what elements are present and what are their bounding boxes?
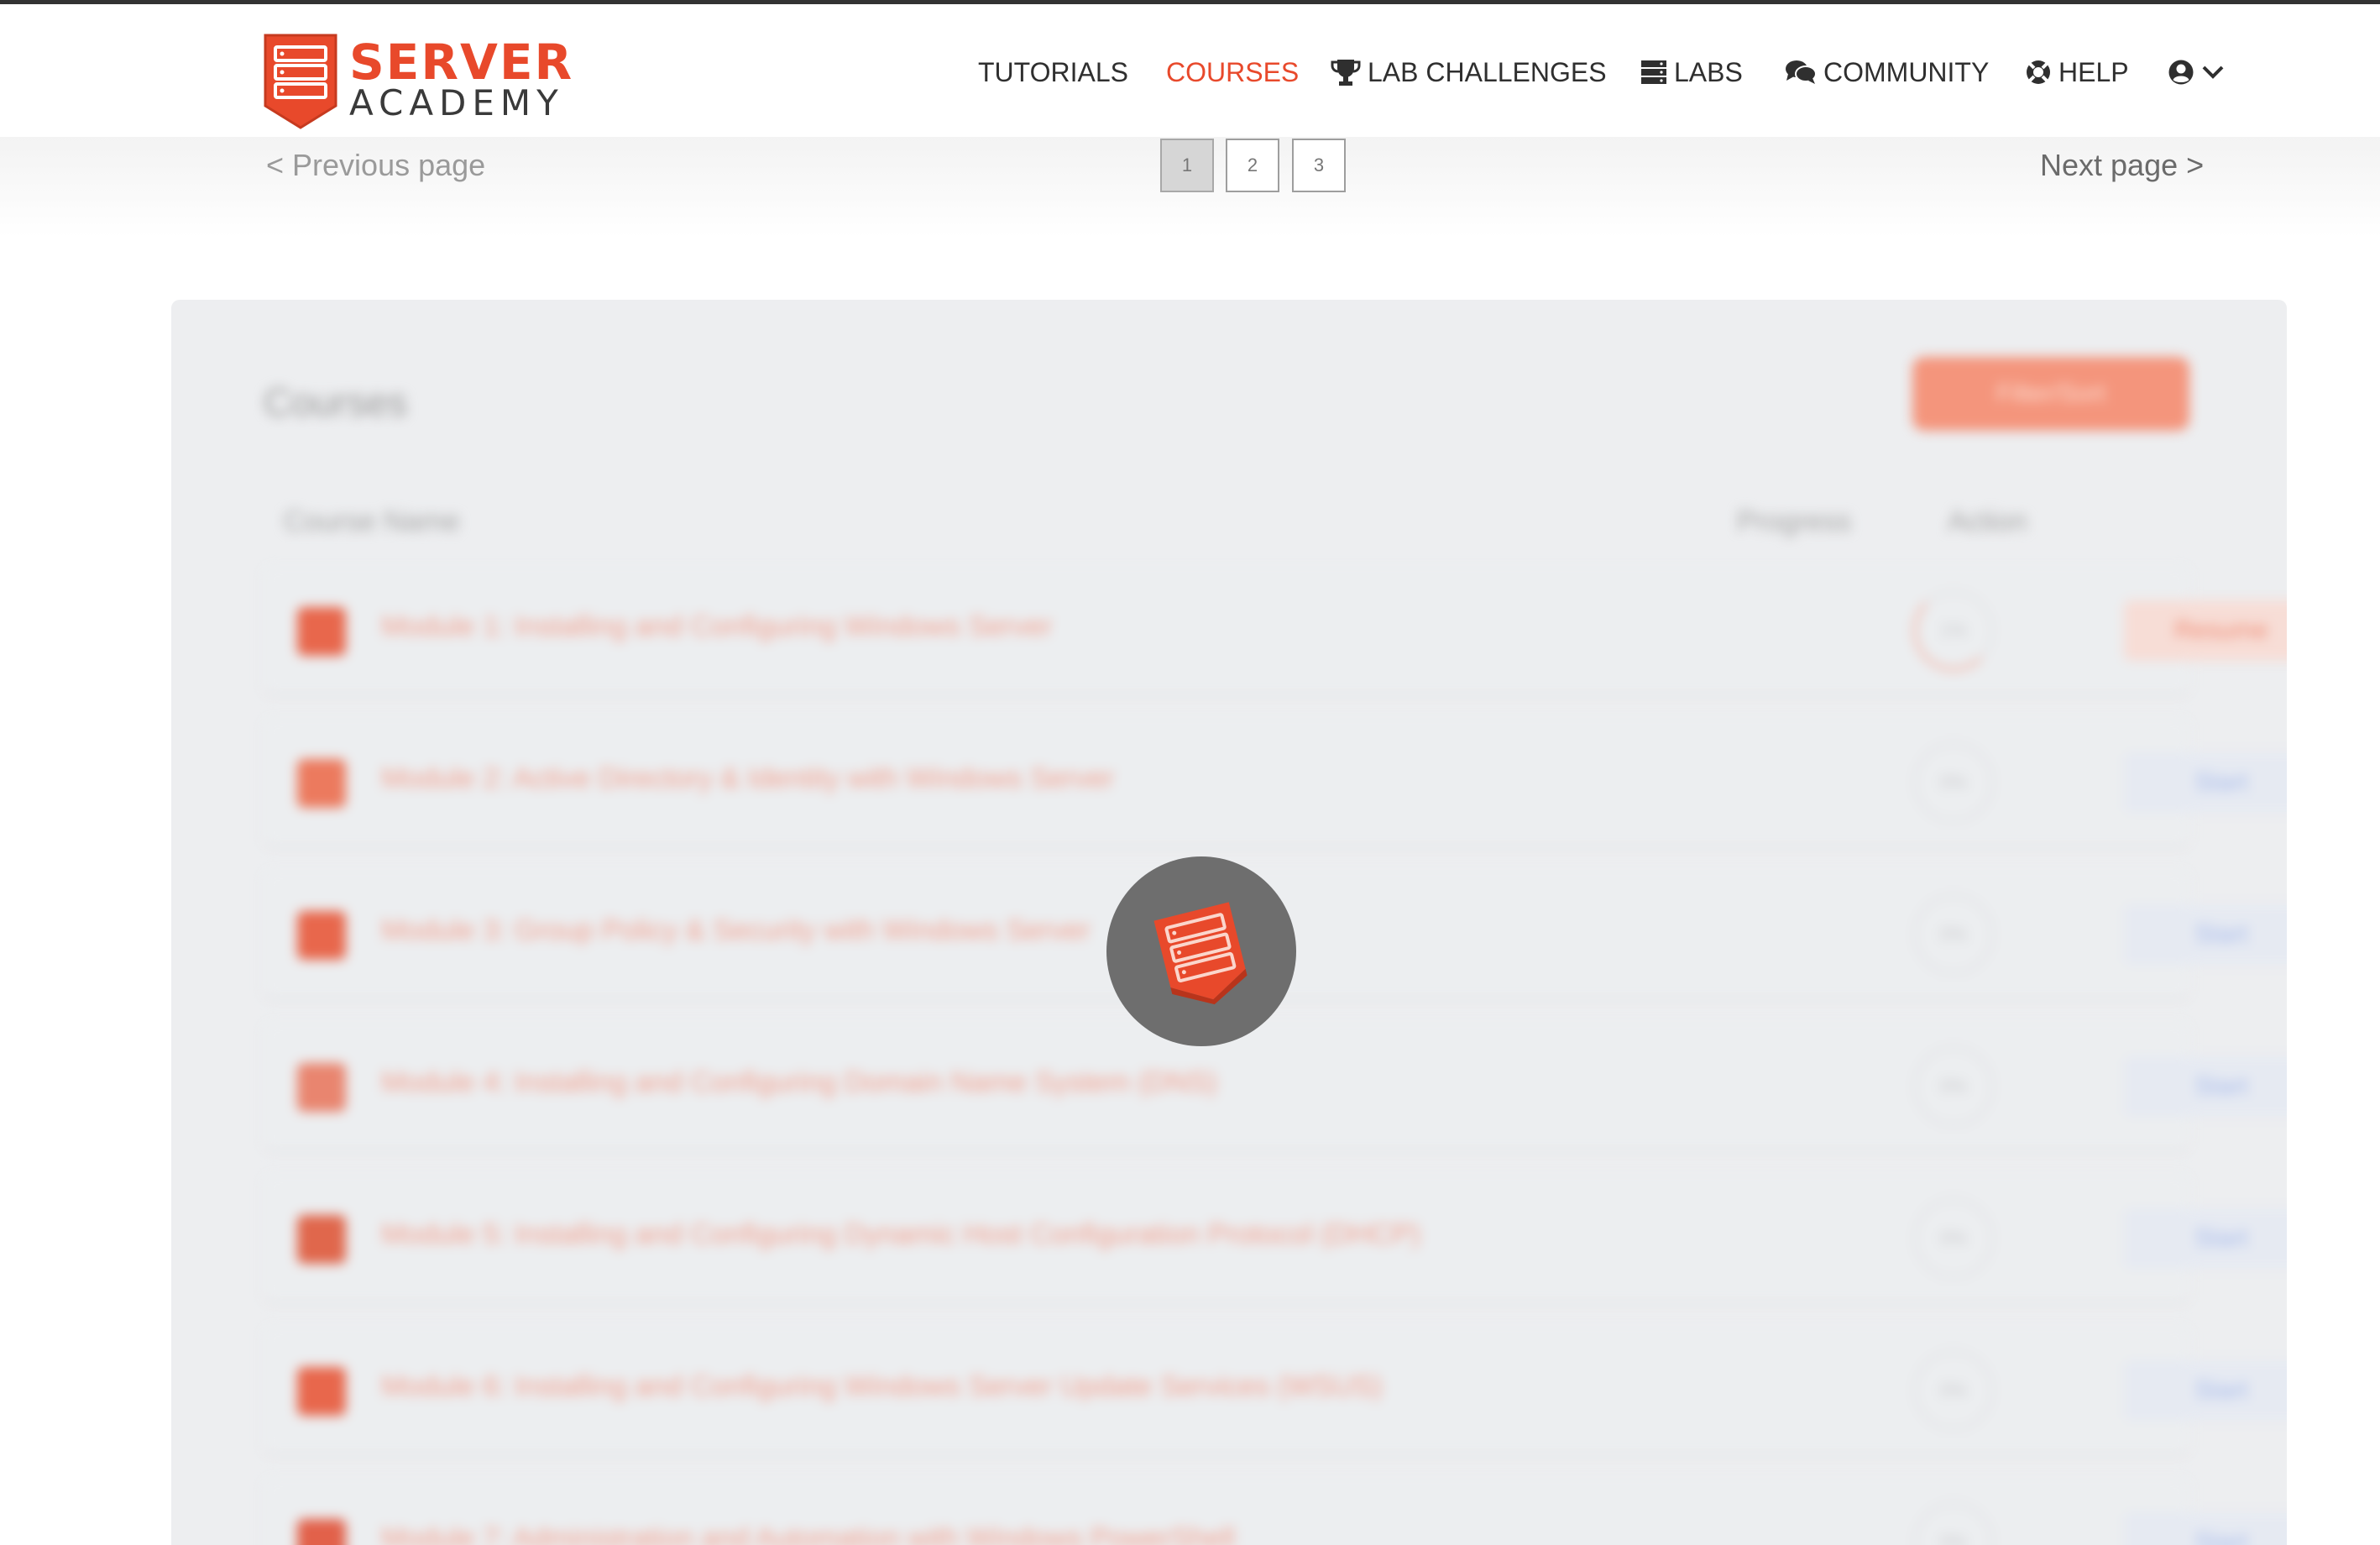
server-icon <box>1641 60 1666 84</box>
nav-tutorials[interactable]: TUTORIALS <box>978 51 1128 93</box>
course-name[interactable]: Module 7: Administration and Automation … <box>381 1522 1235 1545</box>
course-icon <box>297 607 346 656</box>
start-button[interactable]: Start <box>2124 1360 2287 1421</box>
nav-community[interactable]: COMMUNITY <box>1785 51 1989 93</box>
start-button[interactable]: Start <box>2124 1512 2287 1545</box>
comments-icon <box>1786 60 1817 84</box>
progress-circle: 0% <box>1913 1350 1994 1431</box>
course-icon <box>297 1063 346 1112</box>
progress-circle: 0% <box>1913 1502 1994 1545</box>
table-row[interactable]: Module 6: Installing and Configuring Win… <box>264 1327 2287 1453</box>
nav-courses[interactable]: COURSES <box>1166 51 1299 93</box>
column-header-course-name: Course Name <box>284 505 460 537</box>
next-page-link[interactable]: Next page > <box>2040 148 2204 183</box>
user-circle-icon <box>2168 60 2194 85</box>
nav-labs[interactable]: LABS <box>1640 51 1743 93</box>
site-header: SERVER ACADEMY TUTORIALS COURSES LAB CHA… <box>0 4 2380 137</box>
progress-circle: 0% <box>1913 1046 1994 1127</box>
life-ring-icon <box>2027 60 2050 84</box>
progress-circle: 0% <box>1913 742 1994 823</box>
course-name[interactable]: Module 2: Active Directory & Identity wi… <box>381 762 1114 795</box>
nav-help[interactable]: HELP <box>2025 51 2129 93</box>
page-2-button[interactable]: 2 <box>1226 139 1279 192</box>
nav-tutorials-label: TUTORIALS <box>978 56 1128 87</box>
table-row[interactable]: Module 1: Installing and Configuring Win… <box>264 567 2287 693</box>
nav-labs-label: LABS <box>1674 56 1743 87</box>
course-icon <box>297 1519 346 1545</box>
panel-title: Courses <box>264 380 408 424</box>
start-button[interactable]: Start <box>2124 1208 2287 1269</box>
course-icon <box>297 1367 346 1416</box>
logo-text-academy: ACADEMY <box>349 82 564 123</box>
progress-circle: 0% <box>1913 894 1994 975</box>
progress-circle: 1% <box>1913 590 1994 671</box>
nav-community-label: COMMUNITY <box>1823 56 1990 87</box>
course-icon <box>297 759 346 808</box>
column-header-progress: Progress <box>1737 505 1852 537</box>
logo-text-server: SERVER <box>349 34 574 91</box>
course-icon <box>297 1215 346 1264</box>
table-row[interactable]: Module 7: Administration and Automation … <box>264 1479 2287 1545</box>
course-name[interactable]: Module 5: Installing and Configuring Dyn… <box>381 1218 1420 1251</box>
course-icon <box>297 911 346 960</box>
course-name[interactable]: Module 4: Installing and Configuring Dom… <box>381 1066 1217 1099</box>
previous-page-link[interactable]: < Previous page <box>266 148 485 183</box>
column-header-action: Action <box>1948 505 2027 537</box>
nav-lab-challenges[interactable]: LAB CHALLENGES <box>1331 51 1607 93</box>
start-button[interactable]: Start <box>2124 752 2287 813</box>
nav-courses-label: COURSES <box>1166 56 1300 87</box>
resume-button[interactable]: Resume <box>2124 600 2287 661</box>
table-row[interactable]: Module 5: Installing and Configuring Dyn… <box>264 1175 2287 1301</box>
page-1-button[interactable]: 1 <box>1160 139 1214 192</box>
progress-circle: 0% <box>1913 1198 1994 1279</box>
nav-help-label: HELP <box>2058 56 2129 87</box>
table-row[interactable]: Module 2: Active Directory & Identity wi… <box>264 719 2287 845</box>
course-name[interactable]: Module 1: Installing and Configuring Win… <box>381 610 1052 643</box>
nav-lab-challenges-label: LAB CHALLENGES <box>1368 56 1607 87</box>
trophy-icon <box>1331 60 1361 86</box>
start-button[interactable]: Start <box>2124 904 2287 965</box>
filter-sort-button[interactable]: Filter/Sort <box>1912 357 2189 431</box>
page-3-button[interactable]: 3 <box>1292 139 1346 192</box>
server-academy-logo-icon <box>264 34 337 129</box>
server-academy-logo-icon <box>1153 902 1248 1005</box>
server-academy-logo[interactable]: SERVER ACADEMY <box>262 32 572 131</box>
start-button[interactable]: Start <box>2124 1056 2287 1117</box>
loading-spinner <box>1106 856 1296 1046</box>
course-name[interactable]: Module 6: Installing and Configuring Win… <box>381 1370 1382 1403</box>
chevron-down-icon <box>2202 65 2224 79</box>
course-name[interactable]: Module 3: Group Policy & Security with W… <box>381 914 1091 947</box>
user-menu[interactable] <box>2168 51 2225 93</box>
